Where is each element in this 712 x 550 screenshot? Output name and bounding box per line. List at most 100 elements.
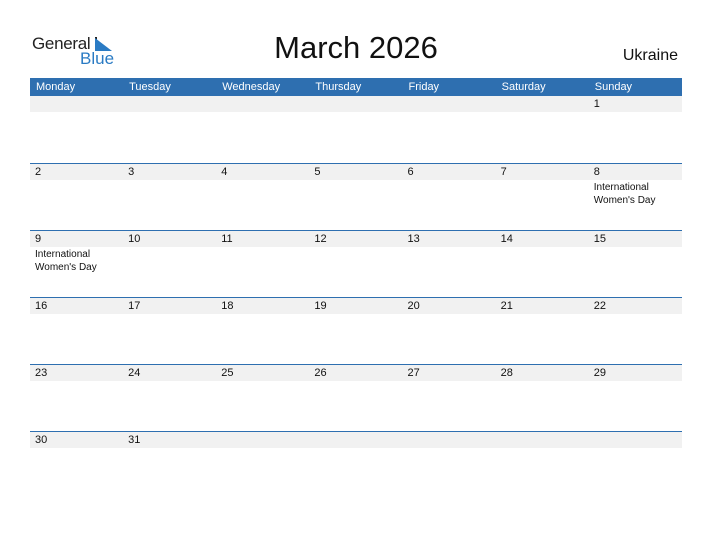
day-cell bbox=[30, 96, 123, 163]
day-number bbox=[221, 432, 309, 448]
day-number: 25 bbox=[221, 367, 234, 379]
day-number bbox=[501, 96, 589, 112]
day-number: 31 bbox=[128, 434, 141, 446]
day-number bbox=[128, 96, 216, 112]
holiday-event: International Women's Day bbox=[593, 182, 656, 206]
day-number: 24 bbox=[128, 367, 141, 379]
day-number: 18 bbox=[221, 300, 234, 312]
week-row: 16 17 18 19 20 21 22 bbox=[30, 297, 682, 364]
day-number: 4 bbox=[221, 166, 228, 178]
day-cell: 22 bbox=[589, 298, 682, 364]
day-number bbox=[314, 432, 402, 448]
day-number: 30 bbox=[35, 434, 48, 446]
day-number bbox=[221, 96, 309, 112]
weekday-sunday: Sunday bbox=[594, 81, 633, 93]
day-cell: 26 bbox=[309, 365, 402, 431]
day-number: 9 bbox=[35, 233, 42, 245]
day-cell bbox=[403, 96, 496, 163]
day-cell: 30 bbox=[30, 432, 123, 498]
day-cell: 19 bbox=[309, 298, 402, 364]
day-number: 26 bbox=[314, 367, 327, 379]
day-cell bbox=[123, 96, 216, 163]
week-row: 30 31 bbox=[30, 431, 682, 498]
day-number: 10 bbox=[128, 233, 141, 245]
day-cell: 29 bbox=[589, 365, 682, 431]
week-row: 9 International Women's Day 10 11 12 13 14 15 bbox=[30, 230, 682, 297]
day-number: 2 bbox=[35, 166, 42, 178]
weekday-friday: Friday bbox=[408, 81, 440, 93]
day-number: 23 bbox=[35, 367, 48, 379]
day-number bbox=[314, 96, 402, 112]
day-cell: 14 bbox=[496, 231, 589, 297]
day-cell bbox=[309, 96, 402, 163]
day-cell: 6 bbox=[403, 164, 496, 230]
weekday-monday: Monday bbox=[36, 81, 76, 93]
day-number bbox=[408, 432, 496, 448]
day-number: 21 bbox=[500, 300, 513, 312]
day-number: 22 bbox=[593, 300, 606, 312]
day-cell: 12 bbox=[309, 231, 402, 297]
weekday-wednesday: Wednesday bbox=[222, 81, 281, 93]
day-number: 11 bbox=[221, 233, 233, 245]
day-number bbox=[501, 432, 589, 448]
day-cell: 15 bbox=[589, 231, 682, 297]
day-cell: 9 International Women's Day bbox=[30, 231, 123, 297]
day-cell: 17 bbox=[123, 298, 216, 364]
week-row: 2 3 4 5 6 7 8 International Women's Day bbox=[30, 163, 682, 230]
day-cell: 4 bbox=[216, 164, 309, 230]
day-cell bbox=[216, 432, 309, 498]
day-cell bbox=[403, 432, 496, 498]
day-number: 17 bbox=[128, 300, 141, 312]
day-cell bbox=[496, 96, 589, 163]
calendar-grid: Monday Tuesday Wednesday Thursday Friday Satu… bbox=[30, 78, 682, 498]
day-number: 20 bbox=[407, 300, 420, 312]
holiday-event: International Women's Day bbox=[35, 249, 97, 273]
day-cell bbox=[309, 432, 402, 498]
day-number: 1 bbox=[593, 98, 600, 110]
weekday-tuesday: Tuesday bbox=[129, 81, 171, 93]
weekday-header: Monday Tuesday Wednesday Thursday Friday Satu… bbox=[30, 78, 682, 96]
day-number bbox=[35, 96, 123, 112]
day-number: 15 bbox=[593, 233, 606, 245]
day-number: 5 bbox=[314, 166, 321, 178]
day-cell: 28 bbox=[496, 365, 589, 431]
day-cell: 8 International Women's Day bbox=[589, 164, 682, 230]
day-cell: 25 bbox=[216, 365, 309, 431]
day-number: 3 bbox=[128, 166, 135, 178]
day-cell bbox=[496, 432, 589, 498]
day-cell: 27 bbox=[403, 365, 496, 431]
day-cell: 23 bbox=[30, 365, 123, 431]
day-number: 12 bbox=[314, 233, 327, 245]
day-cell bbox=[216, 96, 309, 163]
day-number: 27 bbox=[407, 367, 420, 379]
day-number: 16 bbox=[35, 300, 48, 312]
day-number: 13 bbox=[407, 233, 420, 245]
weekday-thursday: Thursday bbox=[315, 81, 362, 93]
day-cell: 1 bbox=[589, 96, 682, 163]
day-cell: 7 bbox=[496, 164, 589, 230]
day-cell: 5 bbox=[309, 164, 402, 230]
country-label: Ukraine bbox=[622, 47, 678, 64]
day-cell: 24 bbox=[123, 365, 216, 431]
day-cell: 13 bbox=[403, 231, 496, 297]
day-cell: 16 bbox=[30, 298, 123, 364]
day-number: 8 bbox=[593, 166, 600, 178]
day-number: 29 bbox=[593, 367, 606, 379]
weekday-saturday: Saturday bbox=[501, 81, 546, 93]
day-number: 14 bbox=[500, 233, 513, 245]
day-cell: 10 bbox=[123, 231, 216, 297]
page-title: March 2026 bbox=[274, 30, 438, 65]
day-number: 6 bbox=[407, 166, 414, 178]
day-cell: 3 bbox=[123, 164, 216, 230]
day-cell: 18 bbox=[216, 298, 309, 364]
day-number: 19 bbox=[314, 300, 327, 312]
day-cell: 31 bbox=[123, 432, 216, 498]
day-cell: 2 bbox=[30, 164, 123, 230]
week-row: 23 24 25 26 27 28 29 bbox=[30, 364, 682, 431]
day-number bbox=[594, 432, 682, 448]
day-cell: 20 bbox=[403, 298, 496, 364]
day-number bbox=[408, 96, 496, 112]
day-number: 28 bbox=[500, 367, 513, 379]
day-cell: 21 bbox=[496, 298, 589, 364]
day-cell: 11 bbox=[216, 231, 309, 297]
